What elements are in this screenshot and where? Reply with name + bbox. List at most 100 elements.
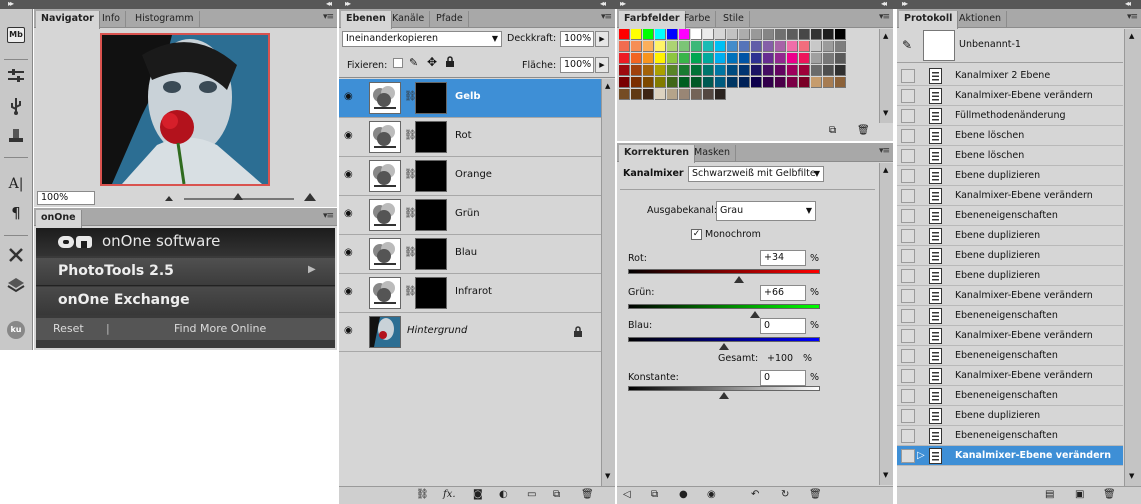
eye-icon[interactable]: ◉ — [707, 489, 716, 500]
fill-arrow-icon[interactable]: ▶ — [595, 57, 609, 73]
color-swatch[interactable] — [715, 89, 726, 100]
green-slider[interactable] — [628, 304, 820, 309]
color-swatch[interactable] — [799, 77, 810, 88]
opacity-arrow-icon[interactable]: ▶ — [595, 31, 609, 47]
color-swatch[interactable] — [643, 89, 654, 100]
blend-mode-select[interactable]: Ineinanderkopieren ▼ — [342, 31, 502, 47]
tab-histogramm[interactable]: Histogramm — [130, 11, 200, 28]
history-item[interactable]: Ebeneneigenschaften — [897, 306, 1123, 326]
tab-info[interactable]: Info — [97, 11, 126, 28]
history-item[interactable]: ▷ Kanalmixer-Ebene verändern — [897, 446, 1123, 466]
color-swatch[interactable] — [703, 65, 714, 76]
history-item[interactable]: Ebene duplizieren — [897, 266, 1123, 286]
lock-all-icon[interactable] — [445, 56, 455, 70]
collapse-icon[interactable]: ▸▸ — [902, 0, 908, 8]
color-swatch[interactable] — [763, 29, 774, 40]
color-swatch[interactable] — [703, 29, 714, 40]
history-item[interactable]: Kanalmixer-Ebene verändern — [897, 286, 1123, 306]
color-swatch[interactable] — [751, 53, 762, 64]
color-swatch[interactable] — [667, 65, 678, 76]
color-swatch[interactable] — [727, 53, 738, 64]
mask-thumb[interactable] — [415, 199, 447, 231]
color-swatch[interactable] — [667, 29, 678, 40]
color-swatch[interactable] — [655, 89, 666, 100]
history-item[interactable]: Ebene duplizieren — [897, 226, 1123, 246]
color-swatch[interactable] — [751, 41, 762, 52]
color-swatch[interactable] — [799, 53, 810, 64]
back-icon[interactable]: ◁ — [623, 489, 631, 500]
tab-protokoll[interactable]: Protokoll — [899, 11, 959, 29]
reset-icon[interactable]: ↻ — [781, 489, 789, 500]
color-swatch[interactable] — [763, 53, 774, 64]
color-swatch[interactable] — [643, 65, 654, 76]
color-swatch[interactable] — [811, 29, 822, 40]
panel-menu-icon[interactable]: ▾≡ — [323, 211, 334, 221]
color-swatch[interactable] — [715, 65, 726, 76]
output-channel-select[interactable]: Grau ▼ — [716, 201, 816, 221]
color-swatch[interactable] — [655, 29, 666, 40]
blue-value-input[interactable]: 0 — [760, 318, 806, 334]
color-swatch[interactable] — [715, 29, 726, 40]
color-swatch[interactable] — [775, 77, 786, 88]
eye-icon[interactable]: ◉ — [344, 287, 358, 297]
color-swatch[interactable] — [835, 77, 846, 88]
scroll-down-icon[interactable]: ▼ — [1129, 472, 1134, 480]
red-slider-thumb[interactable] — [734, 276, 745, 283]
color-swatch[interactable] — [751, 77, 762, 88]
color-swatch[interactable] — [619, 53, 630, 64]
layer-row[interactable]: ◉ ⛓ Blau — [339, 235, 601, 274]
history-source-checkbox[interactable] — [901, 329, 915, 343]
color-swatch[interactable] — [727, 29, 738, 40]
color-swatch[interactable] — [655, 53, 666, 64]
history-item[interactable]: Kanalmixer 2 Ebene — [897, 66, 1123, 86]
blue-slider-thumb[interactable] — [719, 343, 729, 350]
color-swatch[interactable] — [667, 89, 678, 100]
panel-menu-icon[interactable]: ▾≡ — [1127, 12, 1138, 22]
color-swatch[interactable] — [667, 41, 678, 52]
paragraph-icon[interactable]: ¶ — [4, 202, 28, 224]
eye-icon[interactable]: ◉ — [344, 92, 358, 102]
layer-row[interactable]: ◉ ⛓ Infrarot — [339, 274, 601, 313]
lock-pixels-icon[interactable]: ✎ — [409, 56, 418, 69]
layer-row-background[interactable]: ◉ Hintergrund — [339, 313, 601, 352]
tab-kanaele[interactable]: Kanäle — [387, 11, 431, 28]
color-swatch[interactable] — [715, 53, 726, 64]
color-swatch[interactable] — [823, 65, 834, 76]
usb-icon[interactable] — [4, 97, 28, 119]
history-source-checkbox[interactable] — [901, 169, 915, 183]
color-swatch[interactable] — [715, 77, 726, 88]
scroll-up-icon[interactable]: ▲ — [883, 166, 888, 174]
color-swatch[interactable] — [799, 41, 810, 52]
history-source-checkbox[interactable] — [901, 289, 915, 303]
mb-icon[interactable]: Mb — [4, 24, 28, 46]
color-swatch[interactable] — [631, 53, 642, 64]
preset-select[interactable]: Schwarzweiß mit Gelbfilte ▼ — [688, 166, 824, 182]
trash-icon[interactable]: 🗑 — [581, 489, 594, 500]
tools-icon[interactable] — [4, 246, 28, 268]
color-swatch[interactable] — [775, 29, 786, 40]
color-swatch[interactable] — [619, 65, 630, 76]
history-source-checkbox[interactable] — [901, 429, 915, 443]
onone-item-exchange[interactable]: onOne Exchange — [36, 287, 335, 315]
color-swatch[interactable] — [631, 77, 642, 88]
navigator-preview[interactable] — [100, 33, 270, 186]
color-swatch[interactable] — [727, 65, 738, 76]
green-slider-thumb[interactable] — [749, 311, 760, 318]
group-folder-icon[interactable]: ▭ — [527, 489, 536, 500]
color-swatch[interactable] — [679, 89, 690, 100]
color-swatch[interactable] — [655, 65, 666, 76]
fx-icon[interactable]: fx. — [443, 489, 456, 500]
zoom-slider-thumb[interactable] — [233, 193, 243, 200]
red-slider[interactable] — [628, 269, 820, 274]
history-source-checkbox[interactable] — [901, 229, 915, 243]
color-swatch[interactable] — [739, 41, 750, 52]
scroll-down-icon[interactable]: ▼ — [883, 109, 888, 117]
color-swatch[interactable] — [703, 77, 714, 88]
history-source-checkbox[interactable] — [901, 409, 915, 423]
history-source-checkbox[interactable] — [901, 69, 915, 83]
color-swatch[interactable] — [667, 77, 678, 88]
history-source-checkbox[interactable] — [901, 89, 915, 103]
trash-icon[interactable]: 🗑 — [857, 125, 870, 136]
color-swatch[interactable] — [787, 29, 798, 40]
color-swatch[interactable] — [775, 41, 786, 52]
